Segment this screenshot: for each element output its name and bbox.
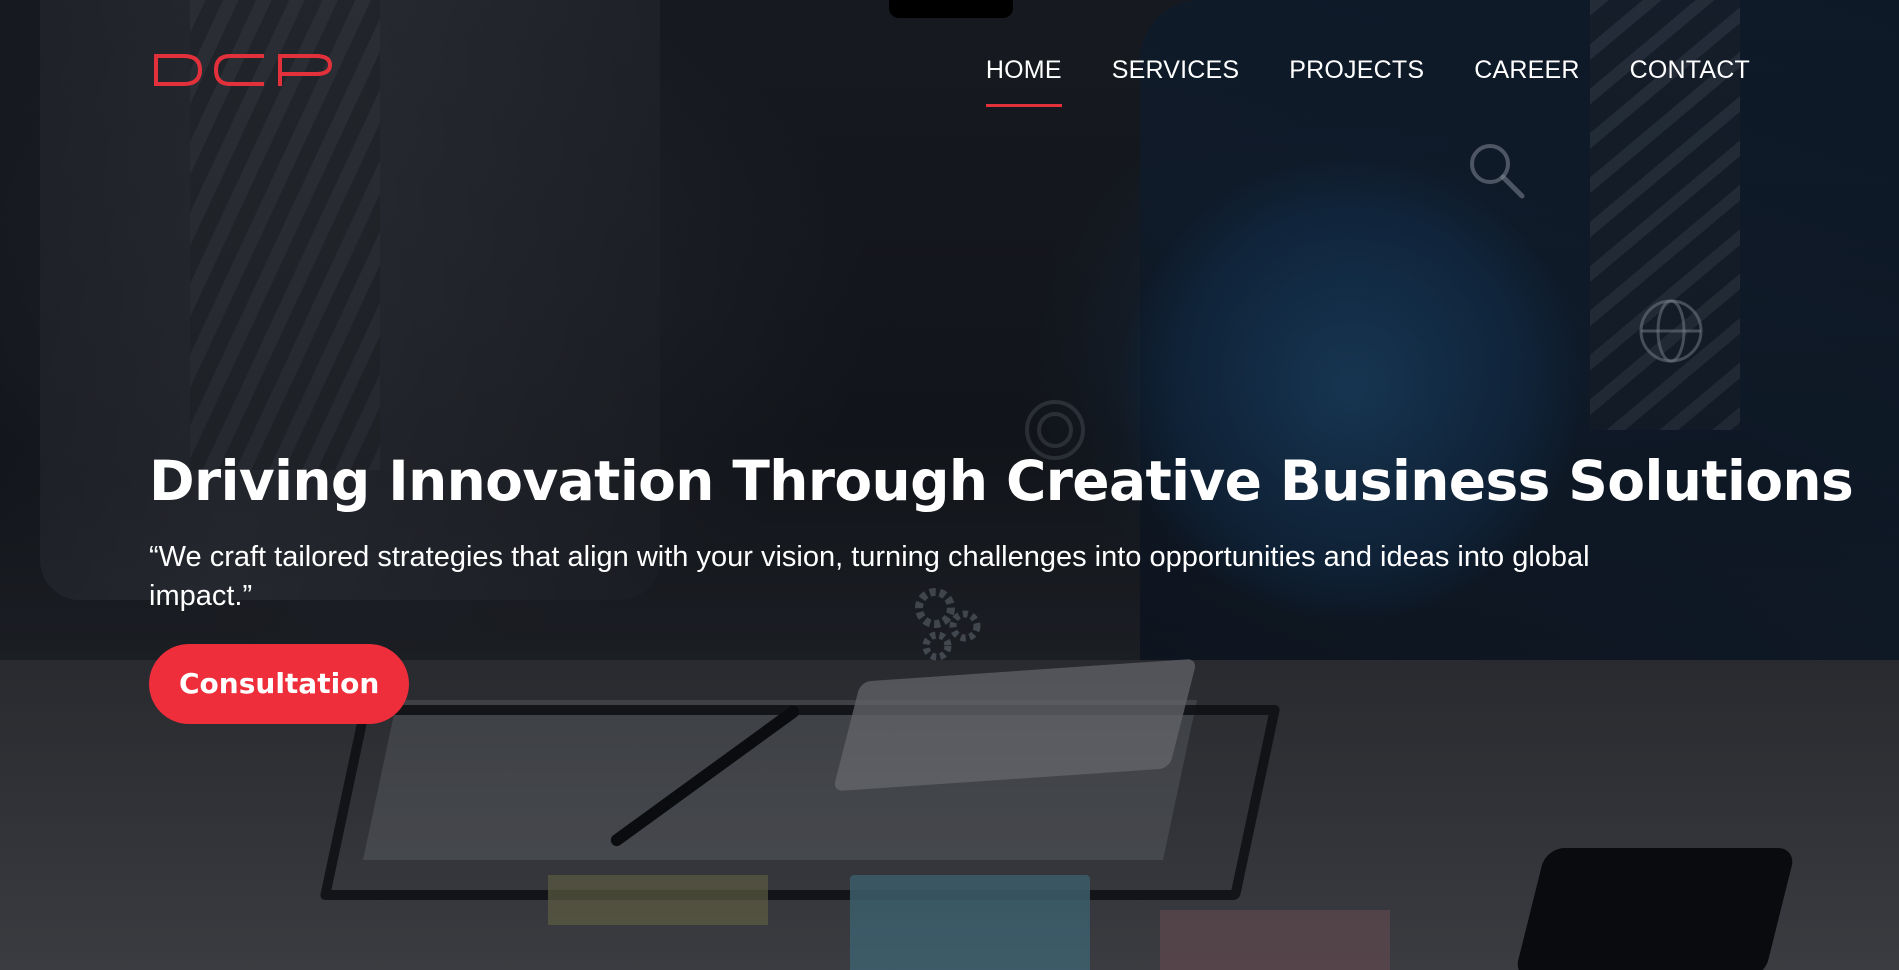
main-nav: HOME SERVICES PROJECTS CAREER CONTACT [985,56,1750,107]
nav-item-contact[interactable]: CONTACT [1630,56,1750,107]
consultation-button[interactable]: Consultation [149,644,410,724]
nav-item-services[interactable]: SERVICES [1112,56,1240,107]
hero-subtitle: “We craft tailored strategies that align… [149,541,1590,612]
nav-item-home[interactable]: HOME [985,56,1062,107]
hero-title: Driving Innovation Through Creative Busi… [149,449,1854,513]
nav-item-career[interactable]: CAREER [1474,56,1579,107]
hero-section: HOME SERVICES PROJECTS CAREER CONTACT Dr… [0,0,1899,970]
hero-content: Driving Innovation Through Creative Busi… [149,446,1854,724]
site-header: HOME SERVICES PROJECTS CAREER CONTACT [0,0,1899,120]
nav-item-projects[interactable]: PROJECTS [1289,56,1424,107]
dcp-logo[interactable] [154,52,332,88]
